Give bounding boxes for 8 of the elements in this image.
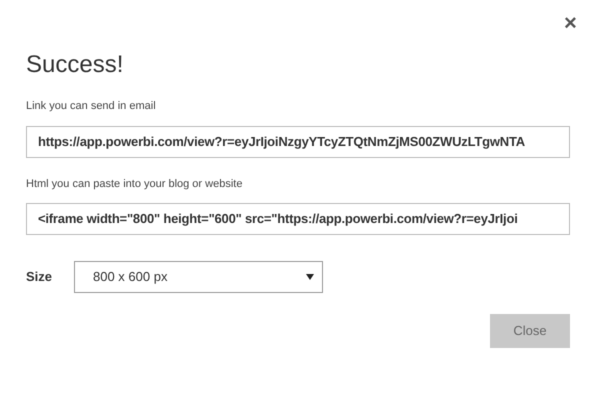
input-field[interactable]: https://app.powerbi.com/view?r=eyJrIjoiNzgyYTcyZTQtNmZjMS00ZWUzLTgwNTA <box>26 126 570 158</box>
field-label: Link you can send in email <box>26 99 156 114</box>
caret-icon <box>306 274 314 280</box>
size-dropdown[interactable]: 800 x 600 px <box>74 261 323 293</box>
dialog-title: Success! <box>26 50 124 80</box>
field-label: Html you can paste into your blog or website <box>26 176 242 192</box>
size-label: Size <box>26 268 54 286</box>
input-field[interactable]: <iframe width="800" height="600" src="https://app.powerbi.com/view?r=eyJrIjoi <box>26 203 570 235</box>
